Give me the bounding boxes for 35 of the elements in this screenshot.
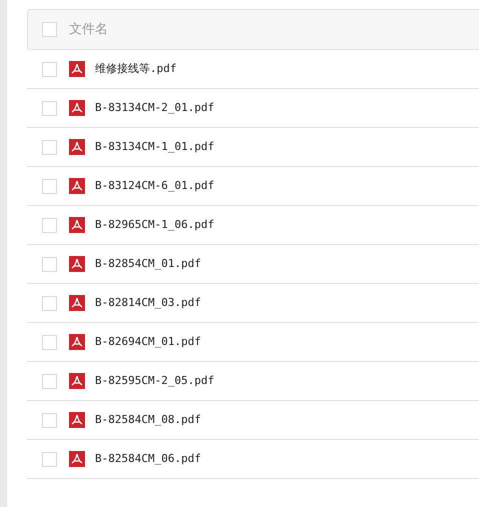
file-name[interactable]: B-82694CM_01.pdf [95,334,201,350]
file-name[interactable]: B-82584CM_06.pdf [95,450,201,468]
pdf-icon [69,61,85,77]
file-name[interactable]: B-82854CM_01.pdf [95,256,201,272]
pdf-icon [69,412,85,428]
pdf-icon [69,139,85,155]
pdf-icon [69,373,85,389]
checkbox[interactable] [42,140,57,154]
checkbox[interactable] [42,22,57,37]
file-name[interactable]: B-83134CM-2_01.pdf [95,100,214,116]
pdf-icon [69,451,85,467]
checkbox[interactable] [42,296,57,310]
checkbox[interactable] [42,218,57,232]
checkbox[interactable] [42,256,57,272]
file-name[interactable]: B-82814CM_03.pdf [95,294,201,312]
column-header: 文件名 [69,20,108,39]
checkbox[interactable] [42,374,57,388]
pdf-icon [69,100,85,116]
file-name[interactable]: 维修接线等.pdf [95,60,176,78]
checkbox[interactable] [42,452,57,466]
checkbox[interactable] [42,412,57,428]
pdf-icon [69,295,85,311]
file-name[interactable]: B-82584CM_08.pdf [95,412,201,428]
file-name[interactable]: B-83134CM-1_01.pdf [95,138,214,156]
checkbox[interactable] [42,334,57,350]
checkbox[interactable] [42,100,57,116]
file-name[interactable]: B-82965CM-1_06.pdf [95,216,214,234]
pdf-icon [69,334,85,350]
checkbox[interactable] [42,62,57,76]
pdf-icon [69,217,85,233]
file-name[interactable]: B-82595CM-2_05.pdf [95,372,214,390]
checkbox[interactable] [42,178,57,194]
file-name[interactable]: B-83124CM-6_01.pdf [95,178,214,194]
pdf-icon [69,178,85,194]
pdf-icon [69,256,85,272]
